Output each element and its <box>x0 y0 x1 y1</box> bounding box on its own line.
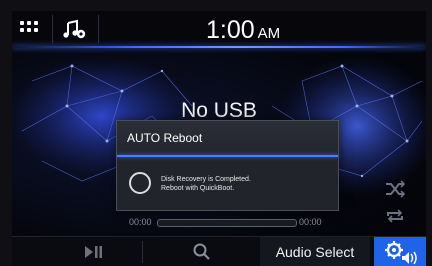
menu-button[interactable] <box>12 11 50 45</box>
repeat-icon[interactable] <box>384 207 406 225</box>
audio-settings-icon <box>385 241 417 265</box>
head-unit-screen: 1:00 AM No USB 00:00 00:00 AUTO Reboot Di… <box>12 11 426 266</box>
clock-ampm: AM <box>257 25 281 42</box>
dialog-message-line: Reboot with QuickBoot. <box>161 185 235 192</box>
search-icon <box>193 243 210 260</box>
play-pause-button[interactable] <box>52 237 132 266</box>
music-settings-icon <box>63 19 86 39</box>
bottom-bar: Audio Select <box>12 236 426 266</box>
audio-settings-button[interactable] <box>374 237 426 266</box>
progress-circle-icon <box>129 172 151 194</box>
auto-reboot-dialog: AUTO Reboot Disk Recovery is Completed. … <box>116 120 339 211</box>
top-divider <box>52 15 53 43</box>
dialog-message-line: Disk Recovery is Completed. <box>161 176 251 183</box>
clock: 1:00 AM <box>206 16 280 45</box>
total-time: 00:00 <box>299 217 322 227</box>
progress-bar[interactable] <box>157 219 297 227</box>
dialog-title: AUTO Reboot <box>117 121 338 155</box>
dialog-title-underline <box>117 155 338 157</box>
shuffle-icon[interactable] <box>384 180 406 198</box>
elapsed-time: 00:00 <box>129 217 152 227</box>
play-pause-icon <box>85 246 102 258</box>
audio-source-button[interactable] <box>57 14 93 44</box>
top-bar: 1:00 AM <box>12 11 426 48</box>
clock-time: 1:00 <box>206 16 255 44</box>
search-button[interactable] <box>152 237 252 266</box>
top-accent-line <box>12 46 426 48</box>
top-divider <box>98 15 99 43</box>
audio-select-button[interactable]: Audio Select <box>260 237 370 266</box>
bottom-divider <box>142 241 143 263</box>
dialog-message: Disk Recovery is Completed. Reboot with … <box>161 175 251 193</box>
